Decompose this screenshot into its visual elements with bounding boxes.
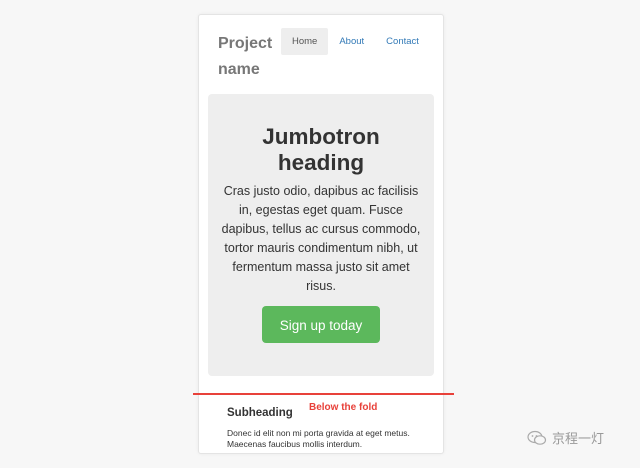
navbar-nav: Home About Contact [281, 28, 430, 55]
watermark: 京程一灯 [527, 428, 604, 447]
nav-link-contact[interactable]: Contact [375, 28, 430, 55]
navbar-brand[interactable]: Project name [218, 31, 280, 83]
page-preview: Project name Home About Contact Jumbotro… [198, 14, 444, 454]
jumbotron-text: Cras justo odio, dapibus ac facilisis in… [221, 184, 421, 293]
nav-link-about[interactable]: About [328, 28, 375, 55]
fold-line [193, 393, 454, 395]
jumbotron: Jumbotron heading Cras justo odio, dapib… [208, 94, 434, 376]
fold-label: Below the fold [309, 402, 378, 413]
chat-bubble-icon [527, 430, 547, 445]
subheading: Subheading [227, 407, 293, 419]
nav-link-home[interactable]: Home [281, 28, 329, 55]
watermark-text: 京程一灯 [552, 432, 605, 447]
sign-up-button[interactable]: Sign up today [262, 306, 380, 343]
body-text: Donec id elit non mi porta gravida at eg… [227, 428, 410, 449]
jumbotron-heading: Jumbotron heading [262, 124, 380, 175]
